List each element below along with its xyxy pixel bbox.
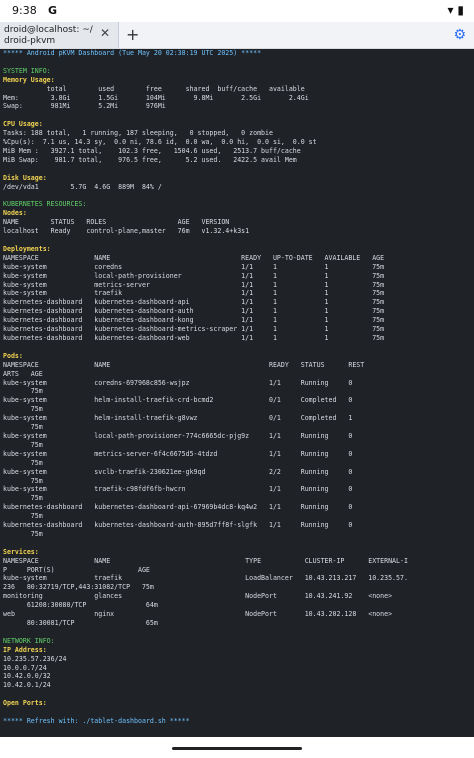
terminal-line: kubernetes-dashboard kubernetes-dashboar… xyxy=(3,521,353,530)
terminal-line: IP Address: xyxy=(3,645,47,654)
terminal-line: 10.0.0.7/24 xyxy=(3,663,47,672)
terminal-line: kube-system traefik LoadBalancer 10.43.2… xyxy=(3,574,408,583)
terminal-line: NAMESPACE NAME TYPE CLUSTER-IP EXTERNAL-… xyxy=(3,556,408,565)
terminal-line: Memory Usage: xyxy=(3,75,55,84)
wifi-battery-icon: ▾ ▮ xyxy=(447,3,464,17)
terminal-line: CPU Usage: xyxy=(3,120,43,129)
terminal-tab-bar: droid@localhost: ~/ droid-pkvm ✕ + ⚙ xyxy=(0,22,474,49)
terminal-line: kube-system coredns 1/1 1 1 75m xyxy=(3,262,385,271)
terminal-line: kubernetes-dashboard kubernetes-dashboar… xyxy=(3,298,385,307)
close-icon[interactable]: ✕ xyxy=(100,26,110,40)
terminal-line: 10.42.0.0/32 xyxy=(3,672,51,681)
terminal-line: kube-system helm-install-traefik-g8vwz 0… xyxy=(3,414,353,423)
terminal-line: kubernetes-dashboard kubernetes-dashboar… xyxy=(3,316,385,325)
terminal-line: kube-system local-path-provisioner-774c6… xyxy=(3,431,353,440)
terminal-line: kube-system traefik 1/1 1 1 75m xyxy=(3,289,385,298)
terminal-line: 10.235.57.236/24 xyxy=(3,654,67,663)
terminal-line: kube-system traefik-c98fdf6fb-hwcrn 1/1 … xyxy=(3,485,353,494)
terminal-line: Swap: 981Mi 5.2Mi 976Mi xyxy=(3,102,166,111)
terminal-line: 80:30081/TCP 65m xyxy=(26,619,158,627)
terminal-line: Nodes: xyxy=(3,209,27,218)
terminal-line: 75m xyxy=(30,458,43,467)
terminal-line: 75m xyxy=(30,405,43,414)
terminal-line: Disk Usage: xyxy=(3,173,47,182)
status-bar: 9:38 G ▾ ▮ xyxy=(0,0,474,22)
terminal-line: 75m xyxy=(30,512,43,521)
terminal-line: kube-system local-path-provisioner 1/1 1… xyxy=(3,271,385,280)
terminal-line: 75m xyxy=(30,423,43,432)
terminal-line: MiB Mem : 3927.1 total, 102.3 free, 1504… xyxy=(3,146,301,155)
terminal-line: 75m xyxy=(30,494,43,503)
terminal-line: kube-system svclb-traefik-230621ee-gk9qd… xyxy=(3,467,353,476)
terminal-tab[interactable]: droid@localhost: ~/ droid-pkvm ✕ xyxy=(0,22,119,48)
terminal-line: monitoring glances NodePort 10.43.241.92… xyxy=(3,592,393,601)
terminal-line: KUBERNETES RESOURCES: xyxy=(3,200,87,209)
terminal-line: Deployments: xyxy=(3,244,51,253)
terminal-line: kube-system metrics-server-6f4c6675d5-4t… xyxy=(3,449,353,458)
terminal-line: NETWORK INFO: xyxy=(3,636,55,645)
terminal-line: kube-system helm-install-traefik-crd-bcm… xyxy=(3,396,353,405)
terminal-line: 61208:30080/TCP 64m xyxy=(26,601,158,610)
terminal-text: ***** Android pKVM Dashboard (Tue May 20… xyxy=(0,49,474,726)
terminal-line: localhost Ready control-plane,master 76m… xyxy=(3,227,250,236)
terminal-line: 10.42.0.1/24 xyxy=(3,681,51,690)
terminal-line: total used free shared buff/cache availa… xyxy=(46,84,305,93)
terminal-line: /dev/vda1 5.7G 4.6G 889M 84% / xyxy=(3,182,162,191)
terminal-line: kube-system coredns-697968c856-wsjpz 1/1… xyxy=(3,378,353,387)
terminal-line: NAMESPACE NAME READY STATUS REST xyxy=(3,360,365,369)
terminal-line: kubernetes-dashboard kubernetes-dashboar… xyxy=(3,334,385,342)
terminal-line: MiB Swap: 981.7 total, 976.5 free, 5.2 u… xyxy=(3,155,297,164)
settings-icon[interactable]: ⚙ xyxy=(453,27,466,43)
terminal-line: Open Ports: xyxy=(3,699,47,708)
terminal-line: Services: xyxy=(3,547,39,556)
tab-title-line2: droid-pkvm xyxy=(4,36,56,46)
terminal-line: ***** Refresh with: ./tablet-dashboard.s… xyxy=(3,716,190,725)
status-time: 9:38 xyxy=(12,4,37,17)
terminal-line: Mem: 3.8Gi 1.5Gi 104Mi 9.8Mi 2.5Gi 2.4Gi xyxy=(3,93,309,102)
terminal-line: Tasks: 188 total, 1 running, 187 sleepin… xyxy=(3,129,273,138)
terminal-line: NAME STATUS ROLES AGE VERSION xyxy=(3,218,230,227)
terminal-line: web nginx NodePort 10.43.202.128 <none> xyxy=(3,610,393,619)
terminal-line: 75m xyxy=(30,529,43,538)
terminal-line: ***** Android pKVM Dashboard (Tue May 20… xyxy=(3,49,262,57)
terminal-line: 75m xyxy=(30,476,43,485)
terminal-line: kube-system metrics-server 1/1 1 1 75m xyxy=(3,280,385,289)
home-bar[interactable] xyxy=(172,747,302,750)
tab-title-line1: droid@localhost: ~/ xyxy=(4,25,93,35)
terminal-line: SYSTEM INFO: xyxy=(3,66,51,75)
terminal-line: 236 80:32719/TCP,443:31082/TCP 75m xyxy=(3,583,154,592)
terminal-line: %Cpu(s): 7.1 us, 14.3 sy, 0.0 ni, 78.6 i… xyxy=(3,138,317,147)
terminal-output[interactable]: ***** Android pKVM Dashboard (Tue May 20… xyxy=(0,49,474,737)
bottom-nav xyxy=(0,737,474,758)
terminal-line: kubernetes-dashboard kubernetes-dashboar… xyxy=(3,325,385,334)
terminal-line: 75m xyxy=(30,387,43,396)
google-icon: G xyxy=(48,4,58,17)
terminal-line: kubernetes-dashboard kubernetes-dashboar… xyxy=(3,307,385,316)
terminal-line: 75m xyxy=(30,440,43,449)
terminal-line: kubernetes-dashboard kubernetes-dashboar… xyxy=(3,503,353,512)
new-tab-button[interactable]: + xyxy=(126,25,139,44)
terminal-line: P PORT(S) AGE xyxy=(3,565,150,574)
terminal-line: NAMESPACE NAME READY UP-TO-DATE AVAILABL… xyxy=(3,253,385,262)
terminal-line: ARTS AGE xyxy=(3,369,43,378)
terminal-line: Pods: xyxy=(3,351,23,360)
